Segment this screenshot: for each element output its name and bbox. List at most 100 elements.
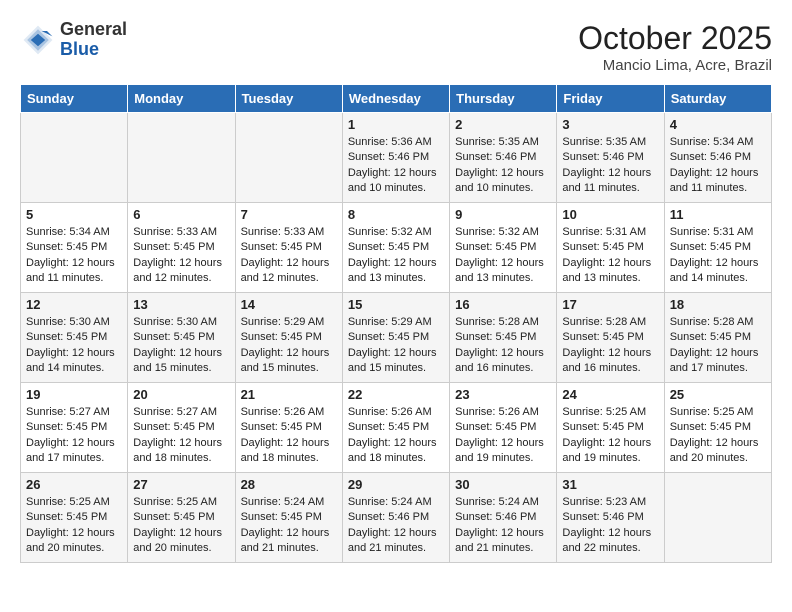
cell-info: Sunrise: 5:33 AM Sunset: 5:45 PM Dayligh…: [133, 225, 229, 287]
calendar-cell: 25 Sunrise: 5:25 AM Sunset: 5:45 PM Dayli…: [664, 383, 771, 473]
calendar-cell: 9 Sunrise: 5:32 AM Sunset: 5:45 PM Daylig…: [450, 203, 557, 293]
day-number: 29: [348, 477, 444, 492]
calendar-cell: [235, 113, 342, 203]
cell-info: Sunrise: 5:28 AM Sunset: 5:45 PM Dayligh…: [562, 315, 658, 377]
calendar-cell: 24 Sunrise: 5:25 AM Sunset: 5:45 PM Dayli…: [557, 383, 664, 473]
calendar-week-row: 12 Sunrise: 5:30 AM Sunset: 5:45 PM Dayli…: [21, 293, 772, 383]
cell-info: Sunrise: 5:27 AM Sunset: 5:45 PM Dayligh…: [133, 405, 229, 467]
calendar-week-row: 1 Sunrise: 5:36 AM Sunset: 5:46 PM Daylig…: [21, 113, 772, 203]
cell-info: Sunrise: 5:31 AM Sunset: 5:45 PM Dayligh…: [670, 225, 766, 287]
day-number: 24: [562, 387, 658, 402]
calendar-cell: 17 Sunrise: 5:28 AM Sunset: 5:45 PM Dayli…: [557, 293, 664, 383]
calendar-cell: 20 Sunrise: 5:27 AM Sunset: 5:45 PM Dayli…: [128, 383, 235, 473]
cell-info: Sunrise: 5:29 AM Sunset: 5:45 PM Dayligh…: [241, 315, 337, 377]
cell-info: Sunrise: 5:26 AM Sunset: 5:45 PM Dayligh…: [348, 405, 444, 467]
weekday-header-friday: Friday: [557, 85, 664, 113]
calendar-table: SundayMondayTuesdayWednesdayThursdayFrid…: [20, 84, 772, 563]
day-number: 5: [26, 207, 122, 222]
calendar-cell: 21Sunrise: 5:26 AM Sunset: 5:45 PM Dayli…: [235, 383, 342, 473]
day-number: 17: [562, 297, 658, 312]
calendar-cell: 28 Sunrise: 5:24 AM Sunset: 5:45 PM Dayli…: [235, 473, 342, 563]
calendar-week-row: 26Sunrise: 5:25 AM Sunset: 5:45 PM Dayli…: [21, 473, 772, 563]
calendar-cell: 4 Sunrise: 5:34 AM Sunset: 5:46 PM Daylig…: [664, 113, 771, 203]
calendar-cell: 1 Sunrise: 5:36 AM Sunset: 5:46 PM Daylig…: [342, 113, 449, 203]
cell-info: Sunrise: 5:30 AM Sunset: 5:45 PM Dayligh…: [133, 315, 229, 377]
day-number: 9: [455, 207, 551, 222]
day-number: 14: [241, 297, 337, 312]
day-number: 12: [26, 297, 122, 312]
day-number: 20: [133, 387, 229, 402]
day-number: 4: [670, 117, 766, 132]
calendar-cell: 5 Sunrise: 5:34 AM Sunset: 5:45 PM Daylig…: [21, 203, 128, 293]
calendar-cell: 2Sunrise: 5:35 AM Sunset: 5:46 PM Daylig…: [450, 113, 557, 203]
logo-blue-text: Blue: [60, 39, 99, 59]
weekday-header-sunday: Sunday: [21, 85, 128, 113]
calendar-cell: 6Sunrise: 5:33 AM Sunset: 5:45 PM Daylig…: [128, 203, 235, 293]
title-block: October 2025 Mancio Lima, Acre, Brazil: [578, 20, 772, 74]
calendar-cell: 18 Sunrise: 5:28 AM Sunset: 5:45 PM Dayli…: [664, 293, 771, 383]
calendar-cell: [21, 113, 128, 203]
day-number: 19: [26, 387, 122, 402]
day-number: 31: [562, 477, 658, 492]
cell-info: Sunrise: 5:30 AM Sunset: 5:45 PM Dayligh…: [26, 315, 122, 377]
cell-info: Sunrise: 5:33 AM Sunset: 5:45 PM Dayligh…: [241, 225, 337, 287]
day-number: 28: [241, 477, 337, 492]
day-number: 16: [455, 297, 551, 312]
day-number: 15: [348, 297, 444, 312]
day-number: 23: [455, 387, 551, 402]
calendar-cell: 29 Sunrise: 5:24 AM Sunset: 5:46 PM Dayli…: [342, 473, 449, 563]
cell-info: Sunrise: 5:35 AM Sunset: 5:46 PM Dayligh…: [562, 135, 658, 197]
weekday-header-thursday: Thursday: [450, 85, 557, 113]
calendar-cell: 3Sunrise: 5:35 AM Sunset: 5:46 PM Daylig…: [557, 113, 664, 203]
day-number: 10: [562, 207, 658, 222]
cell-info: Sunrise: 5:24 AM Sunset: 5:46 PM Dayligh…: [348, 495, 444, 557]
cell-info: Sunrise: 5:36 AM Sunset: 5:46 PM Dayligh…: [348, 135, 444, 197]
cell-info: Sunrise: 5:34 AM Sunset: 5:45 PM Dayligh…: [26, 225, 122, 287]
cell-info: Sunrise: 5:34 AM Sunset: 5:46 PM Dayligh…: [670, 135, 766, 197]
cell-info: Sunrise: 5:31 AM Sunset: 5:45 PM Dayligh…: [562, 225, 658, 287]
cell-info: Sunrise: 5:24 AM Sunset: 5:46 PM Dayligh…: [455, 495, 551, 557]
cell-info: Sunrise: 5:26 AM Sunset: 5:45 PM Dayligh…: [241, 405, 337, 467]
calendar-cell: 19Sunrise: 5:27 AM Sunset: 5:45 PM Dayli…: [21, 383, 128, 473]
cell-info: Sunrise: 5:32 AM Sunset: 5:45 PM Dayligh…: [455, 225, 551, 287]
calendar-cell: [664, 473, 771, 563]
weekday-header-wednesday: Wednesday: [342, 85, 449, 113]
logo: General Blue: [20, 20, 127, 60]
calendar-cell: [128, 113, 235, 203]
weekday-header-tuesday: Tuesday: [235, 85, 342, 113]
weekday-header-row: SundayMondayTuesdayWednesdayThursdayFrid…: [21, 85, 772, 113]
calendar-cell: 23 Sunrise: 5:26 AM Sunset: 5:45 PM Dayli…: [450, 383, 557, 473]
calendar-cell: 7 Sunrise: 5:33 AM Sunset: 5:45 PM Daylig…: [235, 203, 342, 293]
cell-info: Sunrise: 5:32 AM Sunset: 5:45 PM Dayligh…: [348, 225, 444, 287]
cell-info: Sunrise: 5:29 AM Sunset: 5:45 PM Dayligh…: [348, 315, 444, 377]
day-number: 8: [348, 207, 444, 222]
calendar-cell: 8 Sunrise: 5:32 AM Sunset: 5:45 PM Daylig…: [342, 203, 449, 293]
day-number: 18: [670, 297, 766, 312]
day-number: 13: [133, 297, 229, 312]
calendar-cell: 14 Sunrise: 5:29 AM Sunset: 5:45 PM Dayli…: [235, 293, 342, 383]
day-number: 11: [670, 207, 766, 222]
logo-general-text: General: [60, 19, 127, 39]
cell-info: Sunrise: 5:28 AM Sunset: 5:45 PM Dayligh…: [455, 315, 551, 377]
calendar-cell: 31Sunrise: 5:23 AM Sunset: 5:46 PM Dayli…: [557, 473, 664, 563]
calendar-week-row: 19 Sunrise: 5:27 AM Sunset: 5:45 PM Dayli…: [21, 383, 772, 473]
day-number: 25: [670, 387, 766, 402]
calendar-cell: 30Sunrise: 5:24 AM Sunset: 5:46 PM Dayli…: [450, 473, 557, 563]
calendar-cell: 11 Sunrise: 5:31 AM Sunset: 5:45 PM Dayli…: [664, 203, 771, 293]
cell-info: Sunrise: 5:26 AM Sunset: 5:45 PM Dayligh…: [455, 405, 551, 467]
cell-info: Sunrise: 5:25 AM Sunset: 5:45 PM Dayligh…: [26, 495, 122, 557]
day-number: 27: [133, 477, 229, 492]
month-title: October 2025: [578, 20, 772, 57]
calendar-week-row: 5 Sunrise: 5:34 AM Sunset: 5:45 PM Daylig…: [21, 203, 772, 293]
calendar-cell: 27Sunrise: 5:25 AM Sunset: 5:45 PM Dayli…: [128, 473, 235, 563]
calendar-cell: 16 Sunrise: 5:28 AM Sunset: 5:45 PM Dayli…: [450, 293, 557, 383]
weekday-header-monday: Monday: [128, 85, 235, 113]
cell-info: Sunrise: 5:25 AM Sunset: 5:45 PM Dayligh…: [562, 405, 658, 467]
cell-info: Sunrise: 5:28 AM Sunset: 5:45 PM Dayligh…: [670, 315, 766, 377]
cell-info: Sunrise: 5:24 AM Sunset: 5:45 PM Dayligh…: [241, 495, 337, 557]
cell-info: Sunrise: 5:25 AM Sunset: 5:45 PM Dayligh…: [670, 405, 766, 467]
calendar-cell: 10 Sunrise: 5:31 AM Sunset: 5:45 PM Dayli…: [557, 203, 664, 293]
page-header: General Blue October 2025 Mancio Lima, A…: [20, 20, 772, 74]
day-number: 7: [241, 207, 337, 222]
day-number: 1: [348, 117, 444, 132]
